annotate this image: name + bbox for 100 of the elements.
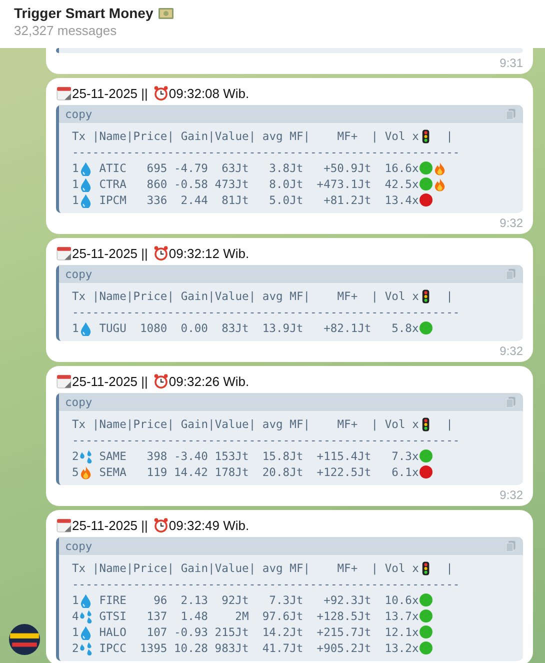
message-timestamp: 09:32:26 Wib.	[168, 374, 250, 388]
table-cell-text: 10.6x	[384, 594, 419, 606]
copy-icon[interactable]	[505, 108, 517, 120]
table-cell: IPCC	[99, 642, 126, 654]
table-cell-text: 3.8Jt	[268, 162, 304, 174]
table-cell-text: +81.2Jt	[322, 194, 372, 206]
table-cell-text: 2M	[234, 610, 249, 622]
table-cell-text: -0.58	[172, 178, 208, 190]
table-cell-text: +50.9Jt	[322, 162, 372, 174]
table-cell: 1	[72, 322, 79, 334]
table-cell-text: 92Jt	[220, 594, 249, 606]
copy-label: copy	[65, 108, 92, 120]
divider-line: ---------------------------------------------------------	[72, 306, 460, 318]
table-cell: GTSI	[99, 610, 126, 622]
calendar-icon	[56, 373, 71, 389]
message-timestamp: 09:32:08 Wib.	[168, 86, 250, 100]
table-cell-text: 6.1x	[390, 466, 419, 478]
table-header: Tx |Name|Price| Gain|Value| avg MF| MF+ | Vol x	[72, 562, 419, 574]
table-cell-text: 41.7Jt	[261, 642, 304, 654]
table-cell-text: 336	[146, 194, 168, 206]
table-cell-text: +215.7Jt	[316, 626, 372, 638]
table-cell: IPCM	[99, 194, 126, 206]
table-cell-text: 96	[152, 594, 168, 606]
table-cell-text: -4.79	[172, 162, 208, 174]
calendar-icon	[56, 245, 71, 261]
table-cell-text: 860	[146, 178, 168, 190]
table-cell-text: 97.6Jt	[261, 610, 304, 622]
table-cell-text: 7.3x	[390, 450, 419, 462]
divider-line: ---------------------------------------------------------	[72, 146, 460, 158]
table-cell-text: 2.44	[180, 194, 208, 206]
table-cell-text: 13.4x	[384, 194, 419, 206]
alarm-clock-icon	[152, 245, 168, 261]
table-cell: 4	[72, 610, 79, 622]
table-cell-text: 8.0Jt	[268, 178, 304, 190]
table-header: |	[446, 562, 453, 574]
table-cell: CTRA	[99, 178, 126, 190]
table-cell-text: 83Jt	[220, 322, 249, 334]
table-cell-text: 20.8Jt	[261, 466, 304, 478]
table-header: |	[446, 290, 453, 302]
message-time: 9:32	[500, 344, 523, 358]
message-date: 25-11-2025 ||	[72, 518, 148, 532]
copy-icon[interactable]	[505, 268, 517, 280]
message-date: 25-11-2025 ||	[72, 86, 148, 100]
copy-label: copy	[65, 396, 92, 408]
copy-icon[interactable]	[505, 540, 517, 552]
table-cell-text: 1395	[138, 642, 168, 654]
copy-icon[interactable]	[505, 396, 517, 408]
message-count: 32,327 messages	[14, 23, 118, 38]
table-cell-text: 5.8x	[390, 322, 419, 334]
table-cell-text: 13.9Jt	[261, 322, 304, 334]
table-cell-text: +473.1Jt	[316, 178, 372, 190]
table-cell-text: 1.48	[180, 610, 208, 622]
table-header: Tx |Name|Price| Gain|Value| avg MF| MF+ | Vol x	[72, 290, 419, 302]
message-time: 9:32	[500, 488, 523, 502]
avatar[interactable]	[9, 624, 40, 655]
table-header: |	[446, 130, 453, 142]
chat-title: Trigger Smart Money	[14, 5, 154, 21]
table-cell-text: 63Jt	[220, 162, 249, 174]
table-cell-text: 42.5x	[384, 178, 419, 190]
message-timestamp: 09:32:12 Wib.	[168, 246, 250, 260]
table-cell: 1	[72, 194, 79, 206]
table-cell-text: -0.93	[172, 626, 208, 638]
table-cell-text: -3.40	[172, 450, 208, 462]
table-cell-text: 137	[146, 610, 168, 622]
divider-line: ---------------------------------------------------------	[72, 434, 460, 446]
table-cell-text: 178Jt	[214, 466, 249, 478]
table-cell-text: +92.3Jt	[322, 594, 372, 606]
table-cell: 2	[72, 642, 79, 654]
divider-line: ---------------------------------------------------------	[72, 578, 460, 590]
table-cell-text: 7.3Jt	[268, 594, 304, 606]
table-cell: 1	[72, 594, 79, 606]
table-cell: HALO	[99, 626, 126, 638]
message-date: 25-11-2025 ||	[72, 374, 148, 388]
table-cell-text: 473Jt	[214, 178, 249, 190]
table-cell-text: 14.2Jt	[261, 626, 304, 638]
table-cell-text: 398	[146, 450, 168, 462]
table-header: Tx |Name|Price| Gain|Value| avg MF| MF+ | Vol x	[72, 130, 419, 142]
message-time: 9:31	[500, 56, 523, 70]
table-cell-text: +128.5Jt	[316, 610, 372, 622]
table-cell: 1	[72, 178, 79, 190]
table-cell: 1	[72, 162, 79, 174]
table-cell-text: 153Jt	[214, 450, 249, 462]
banknote-icon	[158, 6, 174, 20]
table-cell-text: 119	[146, 466, 168, 478]
table-cell: 5	[72, 466, 79, 478]
table-cell-text: +82.1Jt	[322, 322, 372, 334]
table-header: Tx |Name|Price| Gain|Value| avg MF| MF+ | Vol x	[72, 418, 419, 430]
message-timestamp: 09:32:49 Wib.	[168, 518, 250, 532]
table-header: |	[446, 418, 453, 430]
table-cell: SAME	[99, 450, 126, 462]
table-cell-text: 13.2x	[384, 642, 419, 654]
copy-label: copy	[65, 268, 92, 280]
table-cell-text: 81Jt	[220, 194, 249, 206]
table-cell-text: +122.5Jt	[316, 466, 372, 478]
table-cell-text: 983Jt	[214, 642, 249, 654]
table-cell-text: +115.4Jt	[316, 450, 372, 462]
table-cell-text: 13.7x	[384, 610, 419, 622]
table-cell-text: 10.28	[172, 642, 208, 654]
alarm-clock-icon	[152, 373, 168, 389]
table-cell-text: 14.42	[172, 466, 208, 478]
